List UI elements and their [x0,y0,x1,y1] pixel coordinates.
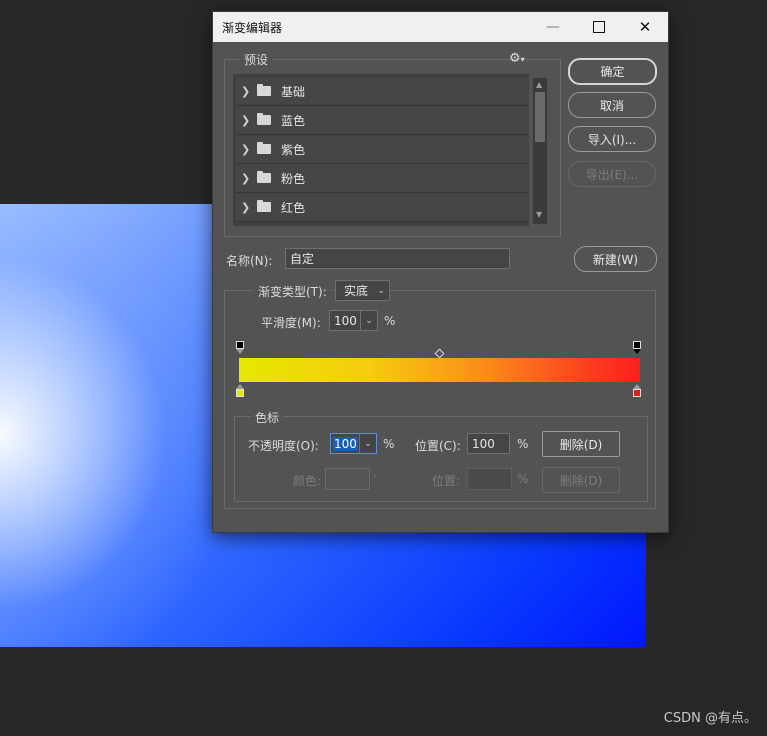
minimize-icon: — [546,19,560,35]
color-swatch[interactable] [325,468,370,490]
chevron-right-icon: ❯ [241,84,251,98]
chevron-down-icon[interactable]: ⌄ [359,434,376,453]
maximize-icon [593,21,605,33]
name-label: 名称(N): [226,254,273,268]
color-swatch-dropdown-icon: › [373,471,377,481]
position-input[interactable]: 100 [467,433,510,454]
color-label: 颜色: [293,474,322,488]
dialog-title: 渐变编辑器 [222,21,283,35]
delete-color-stop-button[interactable]: 删除(D) [542,467,620,493]
preset-folder-label: 红色 [281,200,306,215]
folder-icon [257,200,271,212]
import-button[interactable]: 导入(I)... [568,126,656,152]
color-stop-left[interactable] [236,389,244,397]
color-position-label: 位置: [432,474,461,488]
opacity-stop-left-pointer [236,349,244,354]
position-unit: % [517,437,529,451]
scroll-down-icon[interactable]: ▼ [536,210,542,219]
close-button[interactable]: ✕ [622,12,668,42]
maximize-button[interactable] [576,12,622,42]
preset-folder-item[interactable]: ❯ 紫色 [236,135,529,164]
smoothness-input[interactable]: 100 ⌄ [329,310,378,331]
export-button[interactable]: 导出(E)... [568,161,656,187]
ok-button[interactable]: 确定 [568,58,657,85]
cancel-button[interactable]: 取消 [568,92,656,118]
smoothness-label: 平滑度(M): [261,316,321,330]
opacity-stop-left[interactable] [236,341,244,349]
folder-icon [257,113,271,125]
opacity-input[interactable]: 100 ⌄ [330,433,377,454]
scroll-thumb[interactable] [535,92,545,142]
preset-folder-item[interactable]: ❯ 粉色 [236,164,529,193]
gradient-type-label: 渐变类型(T): [254,283,331,300]
opacity-stop-right-pointer [633,349,641,354]
smoothness-unit: % [384,314,396,328]
preset-folder-label: 紫色 [281,142,306,157]
preset-folder-label: 基础 [281,84,306,99]
title-bar[interactable]: 渐变编辑器 — ✕ [213,12,668,42]
name-input[interactable]: 自定 [285,248,510,269]
gear-icon: ⚙ [509,51,521,66]
chevron-right-icon: ❯ [241,200,251,214]
chevron-down-icon: ▾ [520,55,525,64]
gradient-preview-bar[interactable] [239,358,640,382]
color-position-input[interactable] [467,468,512,490]
presets-legend: 预设 [240,51,273,68]
preset-folder-item[interactable]: ❯ 蓝色 [236,106,529,135]
chevron-down-icon: ⌄ [377,285,385,296]
preset-folder-item[interactable]: ❯ 基础 [236,77,529,106]
chevron-down-icon[interactable]: ⌄ [360,311,377,330]
color-position-unit: % [517,472,529,486]
close-icon: ✕ [638,18,652,36]
new-button[interactable]: 新建(W) [574,246,657,272]
gradient-editor-dialog: 渐变编辑器 — ✕ 预设 ⚙▾ ❯ 基础 ❯ 蓝色 ❯ 紫色 ❯ 粉色 ❯ 红色… [212,11,669,533]
chevron-right-icon: ❯ [241,171,251,185]
preset-list[interactable]: ❯ 基础 ❯ 蓝色 ❯ 紫色 ❯ 粉色 ❯ 红色 [233,74,529,226]
presets-menu-button[interactable]: ⚙▾ [509,51,525,66]
chevron-right-icon: ❯ [241,142,251,156]
watermark: CSDN @有点。 [663,711,757,726]
color-stops-legend: 色标 [251,409,284,426]
opacity-unit: % [383,437,395,451]
preset-folder-item[interactable]: ❯ 红色 [236,193,529,222]
opacity-stop-right[interactable] [633,341,641,349]
opacity-label: 不透明度(O): [248,439,319,453]
minimize-button[interactable]: — [530,12,576,42]
smoothness-value: 100 [334,313,357,328]
folder-icon [257,171,271,183]
gradient-type-select[interactable]: 实底 ⌄ [335,280,390,301]
delete-opacity-stop-button[interactable]: 删除(D) [542,431,620,457]
preset-folder-label: 蓝色 [281,113,306,128]
gradient-type-value: 实底 [344,284,369,298]
scroll-up-icon[interactable]: ▲ [536,80,542,89]
folder-icon [257,84,271,96]
preset-folder-label: 粉色 [281,171,306,186]
folder-icon [257,142,271,154]
opacity-value: 100 [333,436,358,451]
chevron-right-icon: ❯ [241,113,251,127]
position-label: 位置(C): [415,439,461,453]
color-stop-right[interactable] [633,389,641,397]
